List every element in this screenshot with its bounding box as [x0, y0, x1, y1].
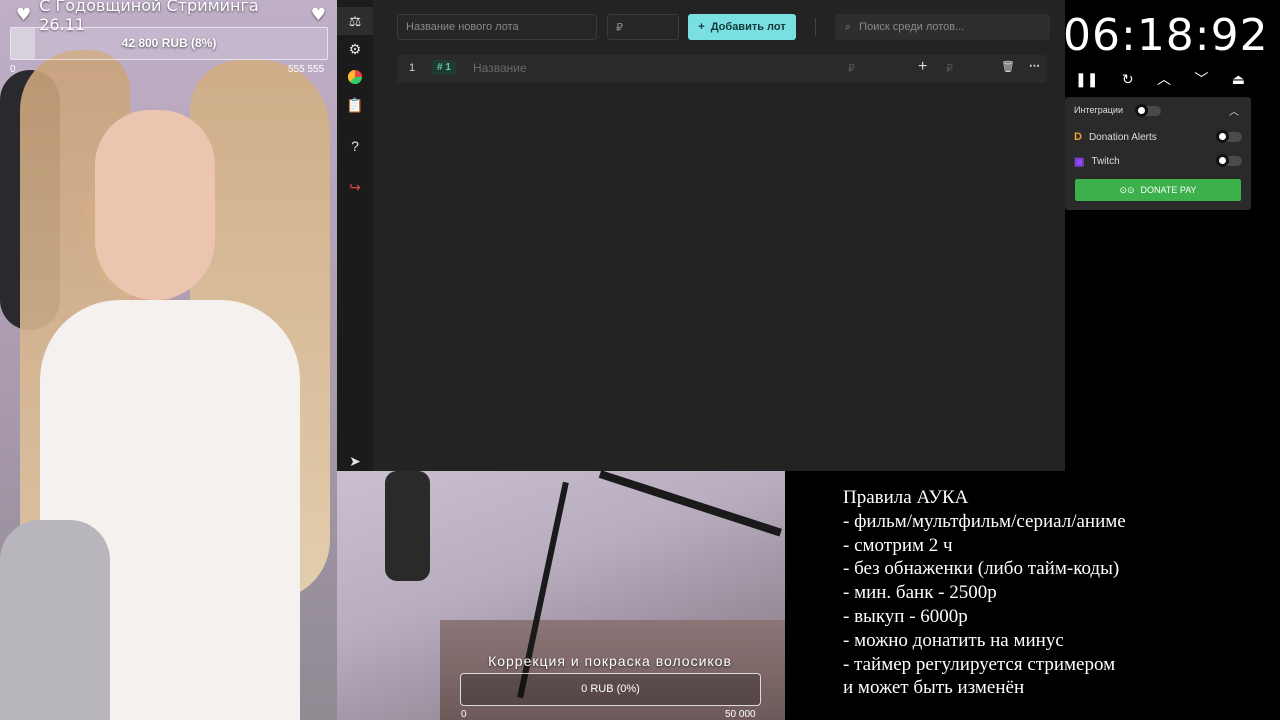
goal-progress-bar: 42 800 RUB (8%) [10, 27, 328, 60]
toggle-knob [1216, 130, 1229, 143]
search-input[interactable]: ⌕ Поиск среди лотов... [835, 14, 1050, 40]
rules-line: - таймер регулируется стримером [843, 653, 1116, 675]
timer-controls: ❚❚ ↻ ︿ ﹀ ⏏ [1075, 68, 1245, 90]
lot-index: 1 [409, 62, 416, 74]
goal-progress-label: 42 800 RUB (8%) [121, 36, 217, 50]
amount-input[interactable]: ₽ [607, 14, 679, 40]
goal2-max: 50 000 [725, 709, 756, 720]
face [95, 110, 215, 300]
logout-icon[interactable]: ↪ [337, 173, 373, 201]
goal2-title: Коррекция и покраска волосиков [488, 653, 732, 669]
help-icon[interactable]: ? [337, 132, 373, 160]
reset-icon[interactable]: ↻ [1122, 71, 1134, 88]
rules-line: - мин. банк - 2500р [843, 582, 997, 604]
donatepay-icon: ⊙⊙ [1119, 184, 1135, 195]
clipboard-icon[interactable]: 📋 [337, 91, 373, 119]
rules-line: - фильм/мультфильм/сериал/аниме [843, 510, 1126, 532]
rules-line: - можно донатить на минус [843, 629, 1064, 651]
goal-max: 555 555 [288, 64, 325, 75]
lot-name-input[interactable]: Название [473, 61, 527, 75]
toggle-knob [1216, 154, 1229, 167]
integrations-header: Интеграции [1074, 105, 1123, 115]
pie-chart-icon-svg [348, 70, 362, 84]
donatepay-button[interactable]: ⊙⊙ DONATE PAY [1075, 179, 1241, 201]
more-icon[interactable]: ⋯ [1029, 59, 1040, 72]
timer-display: 06:18:92 [1063, 10, 1269, 61]
rules-line: - смотрим 2 ч [843, 534, 953, 556]
integration-name: Twitch [1091, 156, 1120, 167]
goal-min: 0 [10, 64, 16, 75]
goal-title: ♥ С Годовщиной Стриминга 26.11 ♥ [16, 0, 326, 34]
chevron-up-icon[interactable]: ︿ [1229, 103, 1239, 118]
lot-amount-currency: ₽ [848, 63, 855, 75]
divider [815, 18, 816, 36]
goal2-progress-label: 0 RUB (0%) [581, 683, 640, 695]
toggle-knob [1135, 104, 1148, 117]
goal2-min: 0 [461, 709, 467, 720]
webcam-video [0, 0, 337, 720]
add-lot-label: Добавить лот [710, 21, 786, 33]
integration-item: ▣ Twitch [1074, 155, 1120, 168]
heart-icon: ♥ [310, 5, 326, 25]
lot-tag: # 1 [432, 60, 456, 75]
gavel-icon[interactable]: ⚖ [337, 7, 373, 35]
donatepay-label: DONATE PAY [1140, 185, 1197, 195]
pie-chart-icon[interactable] [337, 63, 373, 91]
pause-icon[interactable]: ❚❚ [1075, 71, 1098, 88]
cardigan-sleeve [0, 520, 110, 720]
rules-list: Правила АУКА - фильм/мультфильм/сериал/а… [843, 486, 1126, 700]
plus-icon: + [698, 21, 705, 33]
new-lot-input[interactable]: Название нового лота [397, 14, 597, 40]
collapse-icon[interactable]: ⏏ [1232, 71, 1245, 88]
integrations-toggle[interactable] [1135, 104, 1161, 117]
rules-line: Правила АУКА [843, 487, 969, 508]
donationalerts-icon: D [1074, 131, 1082, 143]
twitch-toggle[interactable] [1216, 154, 1242, 167]
heart-icon: ♥ [16, 5, 32, 25]
search-placeholder: Поиск среди лотов... [859, 21, 965, 33]
rules-line: и может быть изменён [843, 677, 1025, 699]
donationalerts-toggle[interactable] [1216, 130, 1242, 143]
goal2-progress-bar: 0 RUB (0%) [460, 673, 761, 706]
lot-row[interactable]: 1 # 1 Название ₽ + ₽ 🗑 ⋯ [397, 55, 1047, 83]
trash-icon[interactable]: 🗑 [1001, 60, 1015, 73]
lot-add-currency: ₽ [946, 63, 953, 75]
sidebar: ⚖ ⚙ 📋 ? ↪ ➤ [337, 0, 373, 471]
microphone [385, 471, 430, 581]
settings-icon[interactable]: ⚙ [337, 35, 373, 63]
integration-item: D Donation Alerts [1074, 131, 1157, 143]
integrations-panel: Интеграции ︿ D Donation Alerts ▣ Twitch … [1065, 97, 1251, 210]
chevron-up-icon[interactable]: ︿ [1157, 69, 1171, 89]
rules-panel: Правила АУКА - фильм/мультфильм/сериал/а… [785, 471, 1280, 720]
add-lot-button[interactable]: + Добавить лот [688, 14, 796, 40]
integration-name: Donation Alerts [1088, 131, 1157, 143]
add-amount-icon[interactable]: + [918, 58, 927, 76]
twitch-icon: ▣ [1074, 156, 1085, 168]
auction-app: ⚖ ⚙ 📋 ? ↪ ➤ Название нового лота ₽ + Доб… [337, 0, 1065, 471]
rules-line: - без обнаженки (либо тайм-коды) [843, 558, 1120, 580]
rules-line: - выкуп - 6000р [843, 605, 968, 627]
chevron-down-icon[interactable]: ﹀ [1194, 69, 1208, 89]
search-icon: ⌕ [845, 20, 852, 33]
